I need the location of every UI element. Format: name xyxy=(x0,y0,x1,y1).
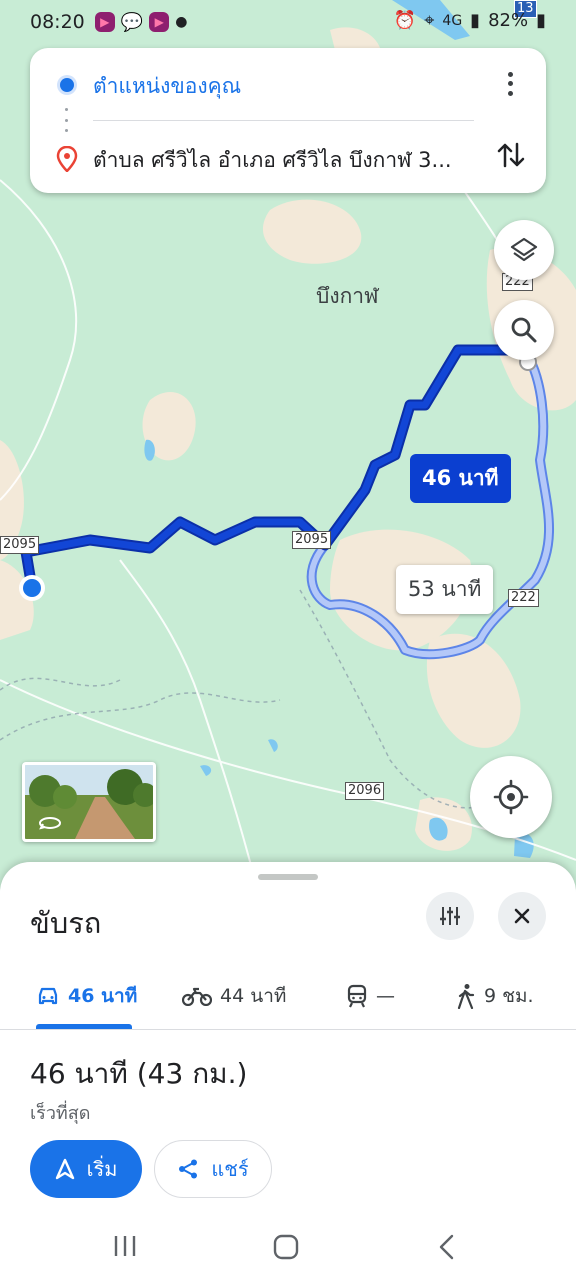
divider xyxy=(93,120,474,121)
tab-walk[interactable]: 9 ชม. xyxy=(456,962,534,1030)
network-type: 4G xyxy=(442,12,463,29)
system-nav-bar xyxy=(0,1212,576,1280)
transit-icon xyxy=(347,984,367,1008)
share-icon xyxy=(179,1159,198,1179)
destination-pin-icon xyxy=(56,146,78,172)
sheet-title: ขับรถ xyxy=(30,906,102,940)
crosshair-icon xyxy=(493,779,529,815)
more-options-icon[interactable] xyxy=(498,70,522,98)
route-summary: 46 นาที (43 กม.) xyxy=(30,1057,248,1090)
town-label: บึงกาฬ xyxy=(316,284,379,308)
more-notifications-dot-icon: ● xyxy=(175,14,188,30)
share-button-label: แชร์ xyxy=(211,1157,249,1181)
road-label: 222 xyxy=(508,589,539,607)
tab-motorcycle[interactable]: 44 นาที xyxy=(182,962,286,1030)
location-pin-icon: ⌖ xyxy=(424,10,435,31)
road-label: 2095 xyxy=(292,531,332,549)
app-notification-icon: ▶ xyxy=(149,12,170,32)
app-notification-icon: ▶ xyxy=(94,12,115,32)
road-label: 2096 xyxy=(345,782,385,800)
battery-icon: ▮ xyxy=(536,10,546,31)
tab-walk-time: 9 ชม. xyxy=(484,985,534,1007)
route-connector-dots xyxy=(65,108,69,132)
my-location-button[interactable] xyxy=(470,756,552,838)
chat-notification-icon: 💬 xyxy=(120,11,144,33)
layers-button[interactable] xyxy=(494,220,554,280)
origin-field[interactable]: ตำแหน่งของคุณ xyxy=(93,70,241,103)
route-alt-time-label[interactable]: 53 นาที xyxy=(396,565,494,614)
road-label: 2095 xyxy=(0,536,40,554)
start-button-label: เริ่ม xyxy=(86,1157,118,1181)
tab-motorcycle-time: 44 นาที xyxy=(220,985,287,1007)
travel-mode-tabs: 46 นาที 44 นาที — 9 ชม. xyxy=(0,962,576,1030)
route-options-button[interactable] xyxy=(426,892,474,940)
status-bar: 08:20 ▶ 💬 ▶ ● ⏰ ⌖ 4G ▮ 82% ▮ xyxy=(0,0,576,44)
signal-icon: ▮ xyxy=(470,10,481,31)
navigation-arrow-icon xyxy=(55,1158,74,1180)
recent-apps-icon[interactable] xyxy=(112,1234,138,1258)
back-icon[interactable] xyxy=(436,1234,458,1260)
search-button[interactable] xyxy=(494,300,554,360)
route-input-card: ตำแหน่งของคุณ ตำบล ศรีวิไล อำเภอ ศรีวิไล… xyxy=(30,48,546,193)
alarm-icon: ⏰ xyxy=(393,10,417,31)
swap-direction-icon[interactable] xyxy=(494,138,528,172)
battery-level: 82% xyxy=(488,10,529,31)
active-tab-indicator xyxy=(36,1024,132,1029)
tab-transit[interactable]: — xyxy=(346,962,395,1030)
motorcycle-icon xyxy=(182,987,212,1006)
route-primary-time-label[interactable]: 46 นาที xyxy=(410,454,511,503)
close-icon xyxy=(514,908,530,924)
close-button[interactable] xyxy=(498,892,546,940)
origin-dot-icon xyxy=(60,78,74,92)
tab-drive-time: 46 นาที xyxy=(68,985,138,1007)
street-view-thumbnail[interactable] xyxy=(22,762,156,842)
tab-drive[interactable]: 46 นาที xyxy=(36,962,137,1030)
home-icon[interactable] xyxy=(272,1234,300,1260)
status-time: 08:20 xyxy=(30,11,85,33)
layers-icon xyxy=(510,237,538,262)
search-icon xyxy=(511,317,537,343)
walk-icon xyxy=(457,984,475,1009)
start-button[interactable]: เริ่ม xyxy=(30,1140,142,1198)
rotate-360-icon xyxy=(39,817,61,830)
tab-transit-time: — xyxy=(376,985,395,1007)
drag-handle[interactable] xyxy=(258,874,318,880)
route-summary-note: เร็วที่สุด xyxy=(30,1103,91,1124)
destination-field[interactable]: ตำบล ศรีวิไล อำเภอ ศรีวิไล บึงกาฬ 3... xyxy=(93,144,483,177)
share-button[interactable]: แชร์ xyxy=(154,1140,272,1198)
tune-icon xyxy=(440,907,460,925)
car-icon xyxy=(38,987,58,1005)
